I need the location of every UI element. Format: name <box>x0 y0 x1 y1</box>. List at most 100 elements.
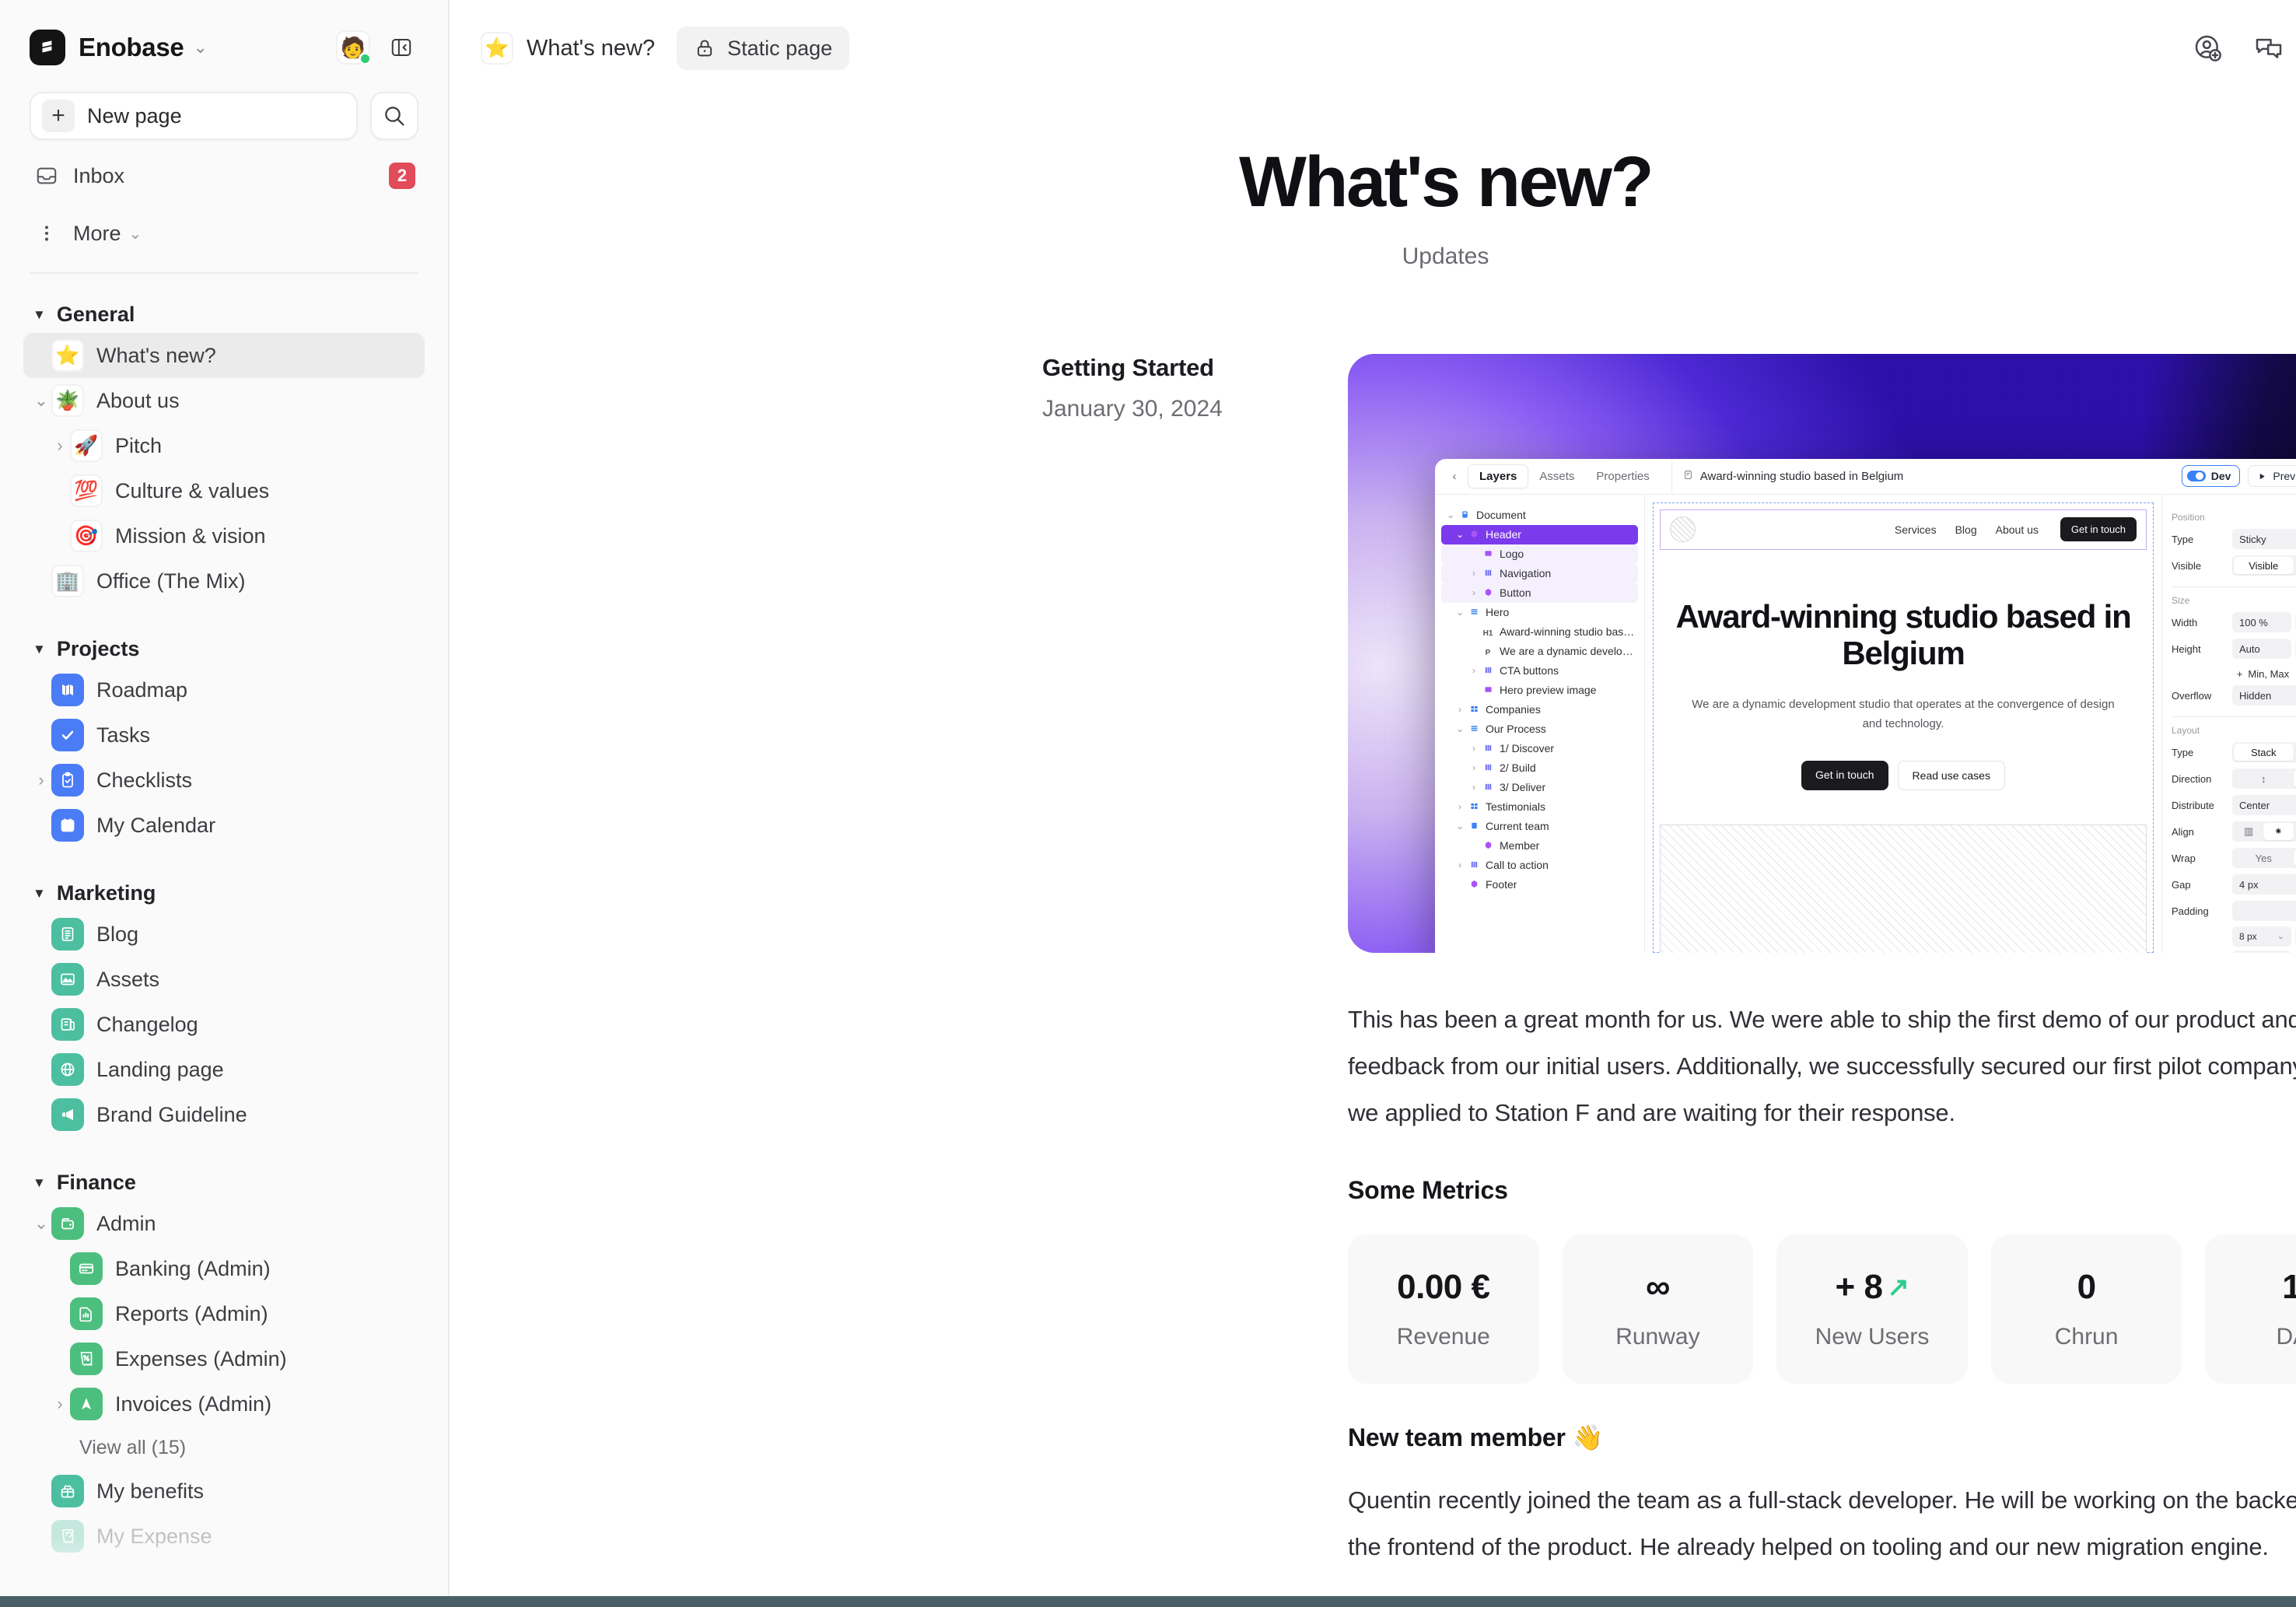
sidebar-group-header[interactable]: ▼ Projects <box>23 630 425 667</box>
layer-row[interactable]: › 1/ Discover <box>1441 739 1638 758</box>
layer-row[interactable]: › 3/ Deliver <box>1441 778 1638 797</box>
avatar[interactable]: 🧑 <box>336 30 372 65</box>
sidebar-item-changelog[interactable]: ›Changelog <box>23 1002 425 1047</box>
layer-row[interactable]: Member <box>1441 836 1638 856</box>
seg-hidden[interactable]: Hidden <box>2294 557 2296 574</box>
dev-toggle[interactable]: Dev <box>2181 465 2241 488</box>
tab-assets[interactable]: Assets <box>1528 465 1585 488</box>
type-select[interactable]: Sticky⌄ <box>2232 529 2296 550</box>
disclosure-chevron-icon[interactable]: › <box>50 437 70 454</box>
direction-horizontal-icon[interactable]: ↔ <box>2293 770 2296 788</box>
tab-properties[interactable]: Properties <box>1585 465 1660 488</box>
sidebar-item-pitch[interactable]: › 🚀 Pitch <box>23 423 425 468</box>
gap-select[interactable]: 4 px⌄ <box>2232 874 2296 895</box>
layer-row[interactable]: H1 Award-winning studio based... <box>1441 622 1638 642</box>
width-input[interactable]: 100 % <box>2232 612 2291 633</box>
height-input[interactable]: Auto <box>2232 639 2291 660</box>
seg-visible[interactable]: Visible <box>2234 557 2294 575</box>
align-center-icon[interactable]: ⁕ <box>2263 823 2294 841</box>
layer-chevron-icon[interactable]: › <box>1454 860 1466 870</box>
layer-row[interactable]: Logo <box>1441 544 1638 564</box>
layer-row[interactable]: › Button <box>1441 583 1638 603</box>
layer-row[interactable]: › Companies <box>1441 700 1638 719</box>
search-button[interactable] <box>370 92 418 140</box>
new-page-button[interactable]: + New page <box>30 92 358 140</box>
sidebar-item-tasks[interactable]: ›Tasks <box>23 712 425 758</box>
layer-row[interactable]: ⌄ Our Process <box>1441 719 1638 739</box>
back-chevron-icon[interactable]: ‹ <box>1444 470 1465 483</box>
static-page-chip[interactable]: Static page <box>677 26 850 70</box>
seg-wrap-no[interactable]: No <box>2293 849 2296 867</box>
sidebar-item-banking-admin[interactable]: ›Banking (Admin) <box>23 1246 425 1291</box>
sidebar-item-reports-admin[interactable]: ›Reports (Admin) <box>23 1291 425 1336</box>
sidebar-item-checklists[interactable]: › Checklists <box>23 758 425 803</box>
layer-chevron-icon[interactable]: ⌄ <box>1454 529 1466 540</box>
layer-chevron-icon[interactable]: ⌄ <box>1454 607 1466 618</box>
align-end-icon[interactable]: ▤ <box>2294 823 2296 840</box>
layer-row[interactable]: › 2/ Build <box>1441 758 1638 778</box>
sidebar-group-header[interactable]: ▼ General <box>23 296 425 333</box>
sidebar-item-my-benefits[interactable]: ›My benefits <box>23 1469 425 1514</box>
sidebar-item-expenses-admin[interactable]: ›Expenses (Admin) <box>23 1336 425 1381</box>
layer-row[interactable]: ⌄ Header <box>1441 524 1638 544</box>
layer-chevron-icon[interactable]: ⌄ <box>1444 509 1457 520</box>
direction-vertical-icon[interactable]: ↕ <box>2234 770 2294 787</box>
sidebar-item-assets[interactable]: ›Assets <box>23 957 425 1002</box>
layer-row[interactable]: › Navigation <box>1441 563 1638 583</box>
sidebar-item-my-expense[interactable]: ›My Expense <box>23 1514 425 1559</box>
seg-grid[interactable]: Grid <box>2294 744 2296 761</box>
layer-chevron-icon[interactable]: › <box>1468 568 1480 579</box>
view-all-link[interactable]: View all (15) <box>23 1427 425 1469</box>
properties-panel[interactable]: Position Type Sticky⌄ Visible VisibleHid… <box>2161 494 2296 953</box>
sidebar-item-roadmap[interactable]: ›Roadmap <box>23 667 425 712</box>
sidebar-item-admin[interactable]: ⌄ Admin <box>23 1201 425 1246</box>
sidebar-item-my-calendar[interactable]: ›My Calendar <box>23 803 425 848</box>
disclosure-chevron-icon[interactable]: ⌄ <box>31 392 51 409</box>
padding-bottom-input[interactable]: 8 px⌄ <box>2232 950 2291 953</box>
comment-icon[interactable] <box>2250 30 2287 67</box>
layer-row[interactable]: › Testimonials <box>1441 797 1638 817</box>
sidebar-item-what-s-new[interactable]: ›⭐What's new? <box>23 333 425 378</box>
distribute-select[interactable]: Center⌄ <box>2232 795 2296 816</box>
sidebar-item-landing-page[interactable]: ›Landing page <box>23 1047 425 1092</box>
layer-row[interactable]: P We are a dynamic developm... <box>1441 642 1638 661</box>
layer-row[interactable]: ⌄ Document <box>1441 506 1638 525</box>
sidebar-nav-scroll[interactable]: ▼General›⭐What's new?⌄🪴About us›🚀Pitch›💯… <box>0 274 448 1607</box>
align-start-icon[interactable]: ▥ <box>2234 823 2263 840</box>
disclosure-chevron-icon[interactable]: › <box>31 772 51 789</box>
add-min-max-button[interactable]: + Min, Max <box>2172 664 2296 684</box>
disclosure-chevron-icon[interactable]: ⌄ <box>31 1215 51 1232</box>
layer-chevron-icon[interactable]: › <box>1468 782 1480 793</box>
layer-row[interactable]: Footer <box>1441 875 1638 895</box>
padding-top-input[interactable]: 8 px ⌄ <box>2232 926 2291 947</box>
sidebar-item-culture-values[interactable]: ›💯Culture & values <box>23 468 425 513</box>
layer-row[interactable]: Hero preview image <box>1441 681 1638 700</box>
tab-layers[interactable]: Layers <box>1468 464 1529 488</box>
layer-chevron-icon[interactable]: › <box>1468 587 1480 598</box>
sidebar-item-inbox[interactable]: Inbox 2 <box>30 154 418 198</box>
disclosure-chevron-icon[interactable]: › <box>50 1395 70 1413</box>
sidebar-group-header[interactable]: ▼ Marketing <box>23 874 425 912</box>
layer-chevron-icon[interactable]: ⌄ <box>1454 821 1466 832</box>
layer-chevron-icon[interactable]: › <box>1468 762 1480 773</box>
add-person-icon[interactable] <box>2189 30 2227 67</box>
padding-all-input[interactable] <box>2232 901 2296 922</box>
overflow-select[interactable]: Hidden⌄ <box>2232 685 2296 706</box>
layer-chevron-icon[interactable]: ⌄ <box>1454 723 1466 734</box>
sidebar-item-office-the-mix[interactable]: ›🏢Office (The Mix) <box>23 558 425 604</box>
sidebar-item-about-us[interactable]: ⌄ 🪴 About us <box>23 378 425 423</box>
layer-row[interactable]: › Call to action <box>1441 856 1638 875</box>
sidebar-item-more[interactable]: More ⌄ <box>30 212 418 255</box>
sidebar-item-brand-guideline[interactable]: ›Brand Guideline <box>23 1092 425 1137</box>
sidebar-item-mission-vision[interactable]: ›🎯Mission & vision <box>23 513 425 558</box>
sidebar-item-blog[interactable]: ›Blog <box>23 912 425 957</box>
seg-wrap-yes[interactable]: Yes <box>2234 849 2294 867</box>
layer-row[interactable]: ⌄ Hero <box>1441 603 1638 622</box>
preview-button[interactable]: Preview <box>2248 465 2296 488</box>
breadcrumb[interactable]: ⭐ What's new? <box>481 32 655 65</box>
sidebar-group-header[interactable]: ▼ Finance <box>23 1164 425 1201</box>
layer-chevron-icon[interactable]: › <box>1454 801 1466 812</box>
seg-stack[interactable]: Stack <box>2234 744 2294 761</box>
sidebar-item-invoices-admin[interactable]: › Invoices (Admin) <box>23 1381 425 1427</box>
layer-chevron-icon[interactable]: › <box>1454 704 1466 715</box>
